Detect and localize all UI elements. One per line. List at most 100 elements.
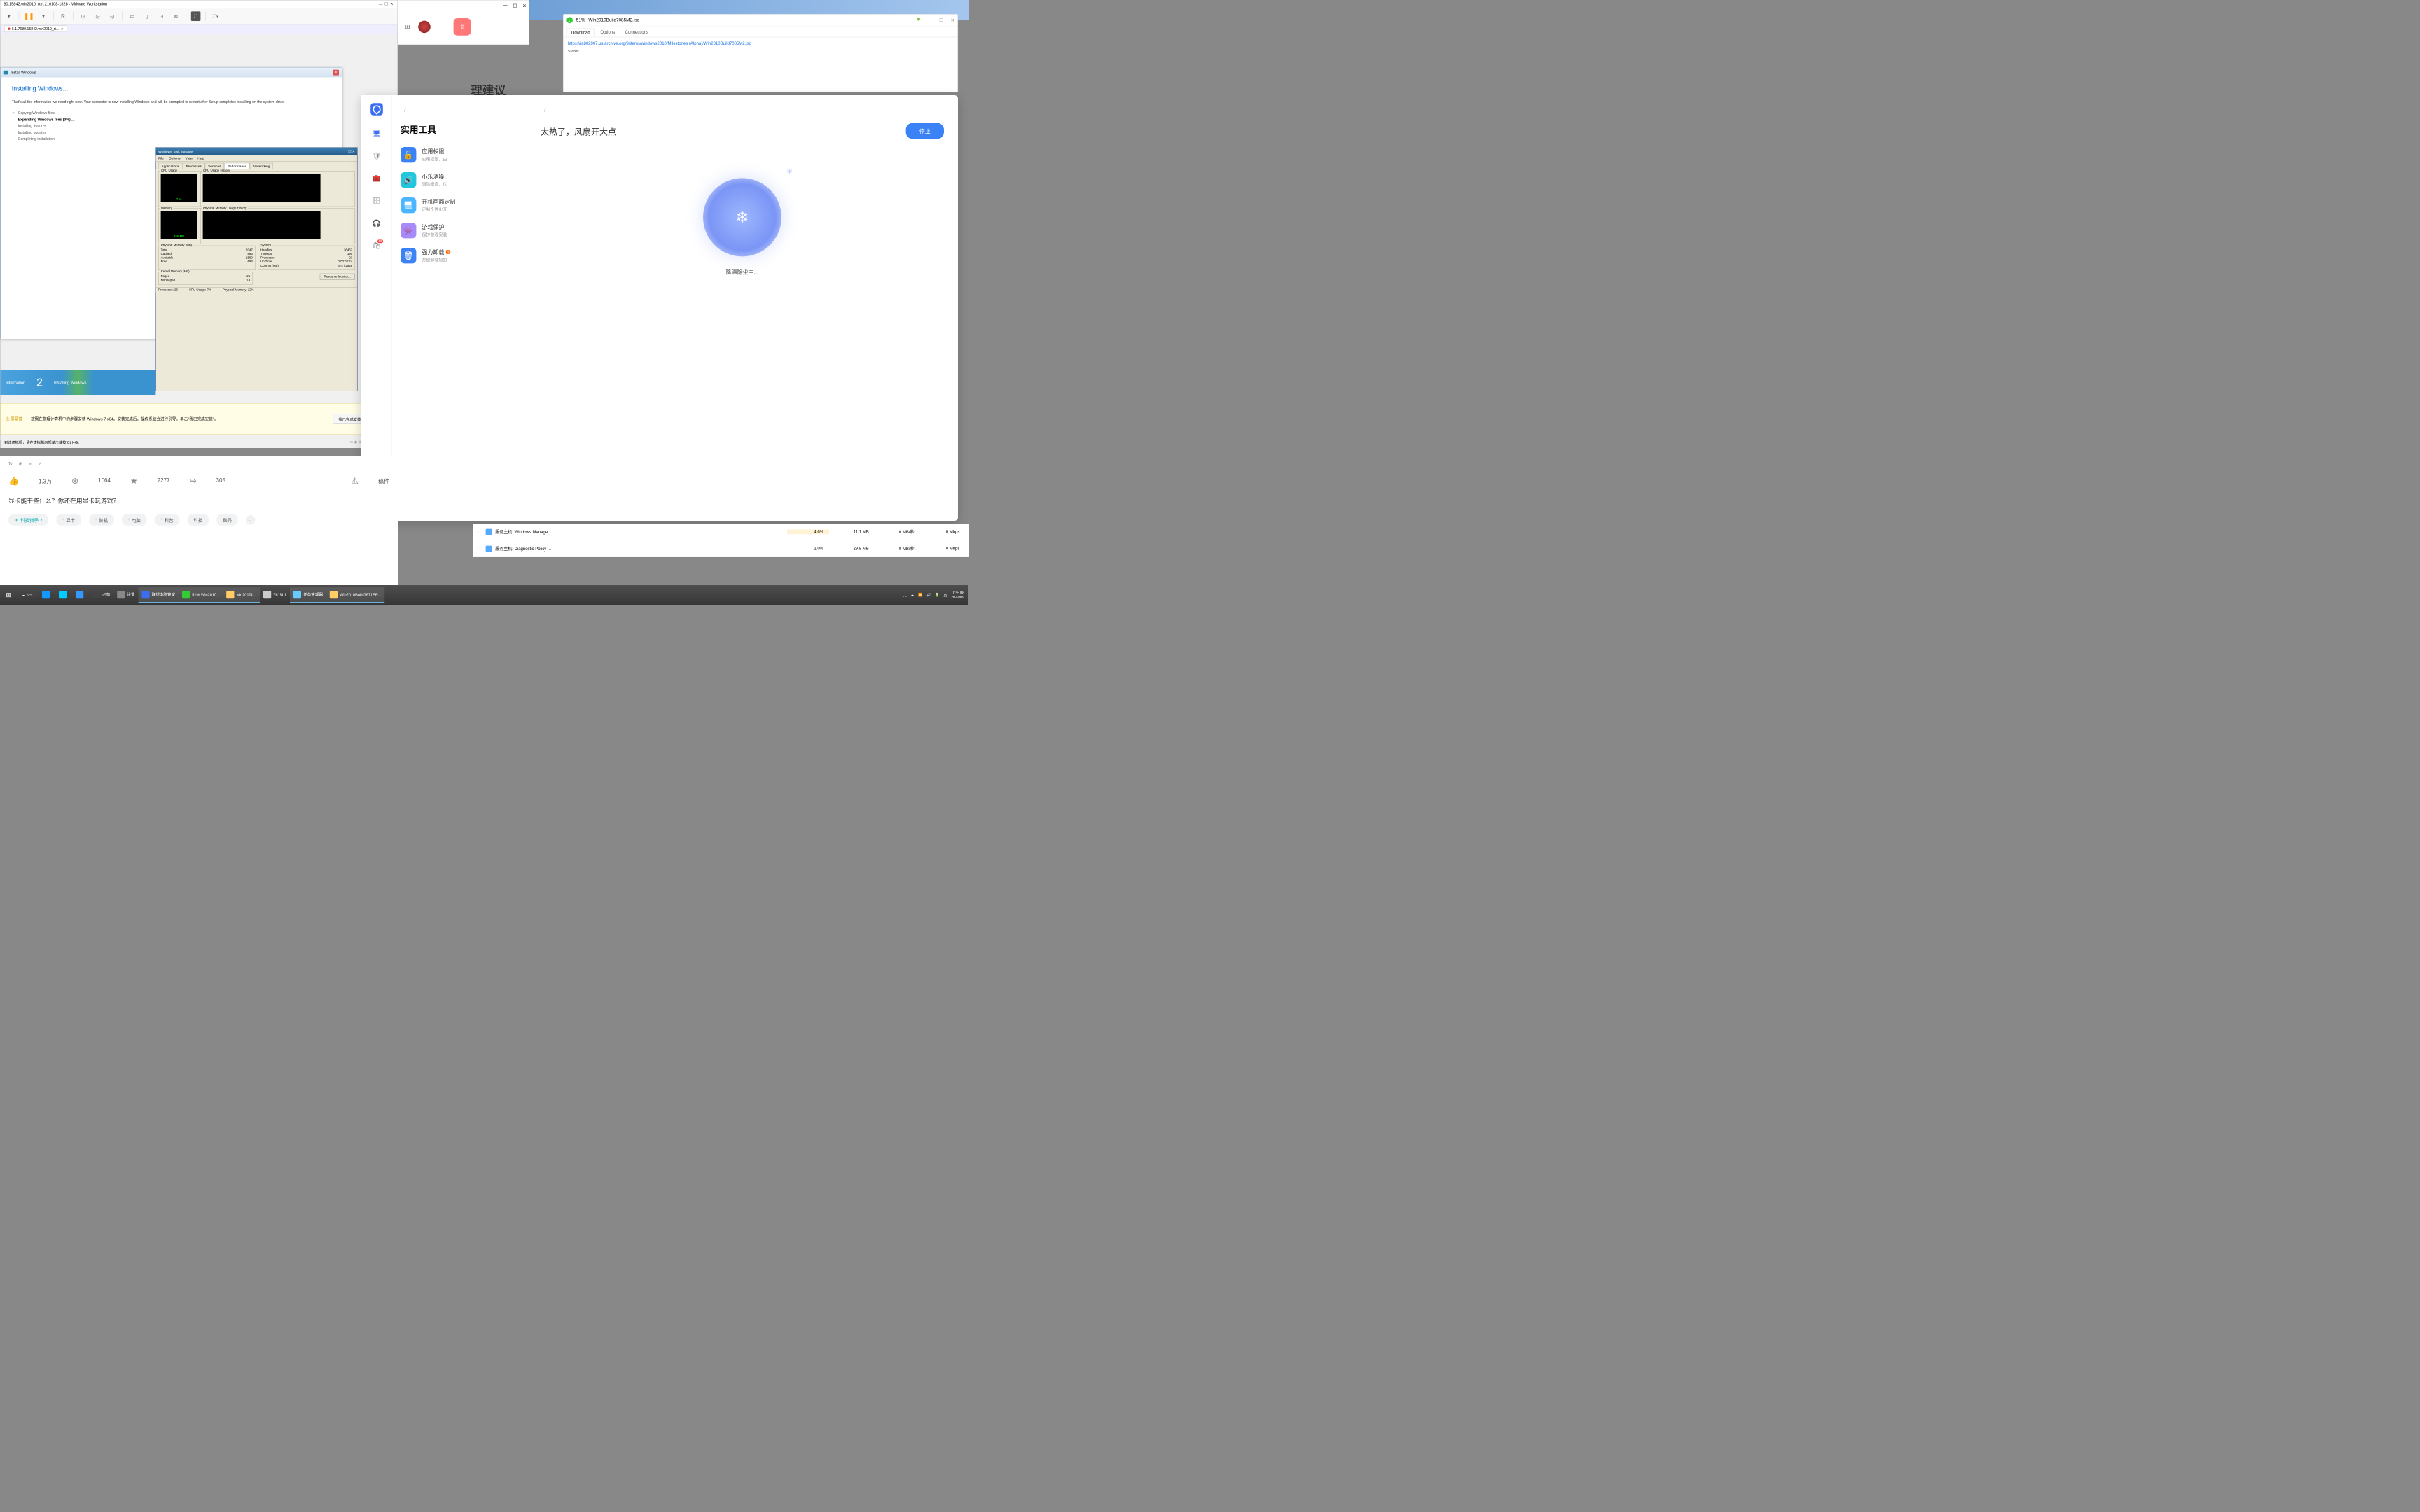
view2-icon[interactable]: ▯ [142,11,152,21]
settings-gear-icon[interactable]: ⚙ [476,557,482,566]
tool-item[interactable]: 🖥 开机画面定制 定制个性化开 [401,197,518,213]
tray-wifi-icon[interactable]: 📶 [918,593,922,597]
taskbar-clock[interactable]: 上午 082022/09 [951,591,964,599]
taskbar-item[interactable]: Win2010Build7671PR... [326,587,384,603]
art-icon[interactable]: ↻ [8,461,13,467]
sidebar-monitor-icon[interactable]: 🖥 [373,130,381,138]
vm-dropdown[interactable]: ▾ [39,11,48,21]
tm-tab-svc[interactable]: Services [205,163,224,169]
sidebar-headset-icon[interactable]: 🎧 [373,219,381,227]
mini-close[interactable]: ✕ [522,3,526,8]
sidebar-shield-icon[interactable]: 🛡 [373,152,381,160]
tray-chevron-icon[interactable]: ︿ [903,592,906,598]
tool-item[interactable]: 🔓 应用权限 应用权限，由 [401,147,518,162]
coin-icon[interactable]: ⊛ [71,476,78,486]
tray-battery-icon[interactable]: 🔋 [935,593,939,597]
tool-item[interactable]: 🗑 强力卸载N 方便卸载您的 [401,248,518,263]
process-row[interactable]: › 服务主机: Diagnostic Policy ... 1.0% 29.8 … [473,540,969,557]
art-icon[interactable]: ⊕ [19,461,23,467]
like-icon[interactable]: 👍 [8,476,19,486]
stop-button[interactable]: 停止 [906,123,944,139]
article-tag[interactable]: ⁝装机 [89,514,114,526]
view3-icon[interactable]: ⊡ [157,11,167,21]
sidebar-toolbox-icon[interactable]: 🧰 [373,174,381,183]
taskbar-item[interactable]: 联想电脑管家 [138,587,179,603]
expand-icon[interactable]: › [478,546,482,551]
article-tag[interactable]: ⁝显卡 [56,514,81,526]
taskbar-item[interactable]: 任务管理器 [290,587,326,603]
taskbar-item[interactable] [72,587,89,603]
clock-icon[interactable]: ◷ [78,11,88,21]
tm-tab-proc[interactable]: Processes [183,163,204,169]
tm-tab-apps[interactable]: Applications [158,163,183,169]
taskbar-item[interactable]: 设置 [113,587,138,603]
maximize-icon[interactable]: ☐ [384,1,388,6]
article-tag[interactable]: ⁝科普 [155,514,180,526]
user-avatar[interactable] [418,21,431,34]
article-title[interactable]: 显卡能干些什么？你还在用显卡玩游戏？ [8,496,389,505]
tm-menu-options[interactable]: Options [169,156,181,160]
fullscreen-icon[interactable]: ⛶ [191,11,201,21]
snapshot-icon[interactable]: ⎘ [59,11,69,21]
pause-button[interactable]: ❚❚ [24,11,34,21]
tm-tab-net[interactable]: Networking [250,163,273,169]
tags-more[interactable]: ⌄ [246,515,256,525]
vmware-titlebar[interactable]: 80.15842.win2010_rtm.210108-1828 - VMwar… [0,0,397,8]
article-tag[interactable]: ⊕科技猎手 › [8,514,48,526]
taskbar-item[interactable]: 7615b1 [260,587,290,603]
sidebar-bag-icon[interactable]: 🛍 [373,241,381,250]
sidebar-drive-icon[interactable]: 🗄 [373,197,381,205]
dl-tab-options[interactable]: Options [596,28,619,36]
tm-menu-help[interactable]: Help [197,156,204,160]
share-icon[interactable]: ↪ [189,476,196,486]
dl-close[interactable]: ✕ [950,18,954,23]
tray-volume-icon[interactable]: 🔊 [926,593,931,597]
view4-icon[interactable]: ⊠ [171,11,181,21]
tm-tab-perf[interactable]: Performance [224,163,249,169]
back-icon-2[interactable]: 〈 [541,106,944,115]
tool-item[interactable]: 🔊 小乐消噪 消除噪音，优 [401,172,518,188]
back-icon[interactable]: 〈 [401,106,518,115]
taskbar-item[interactable] [39,587,55,603]
art-icon[interactable]: ↗ [38,461,42,467]
dl-minimize[interactable]: — [928,18,932,23]
dropdown-icon[interactable]: ▾ [4,11,14,21]
unity-icon[interactable]: ⛶▾ [211,11,221,21]
revert-icon[interactable]: ◵ [108,11,118,21]
snapshot-mgr-icon[interactable]: ◶ [93,11,103,21]
fav-icon[interactable]: ★ [130,476,138,486]
mini-minimize[interactable]: — [503,3,507,8]
start-button[interactable]: ⊞ [0,585,17,605]
taskbar-item[interactable]: 必剪 [89,587,113,603]
taskbar-item[interactable]: win2010b... [223,587,260,603]
more-icon[interactable]: ⋯ [439,23,445,30]
tray-ime[interactable]: 英 [943,592,947,598]
process-row[interactable]: › 服务主机: Windows Manage... 4.6% 11.1 MB 0… [473,524,969,540]
taskbar-item[interactable]: 51% Win2010... [179,587,223,603]
install-close-icon[interactable]: ✕ [333,70,339,76]
share-button[interactable]: ⇪ [454,18,471,36]
tm-menu-view[interactable]: View [186,156,193,160]
taskbar-item[interactable] [55,587,72,603]
report-icon[interactable]: ⚠ [351,476,359,486]
tm-menu-file[interactable]: File [158,156,164,160]
resource-monitor-button[interactable]: Resource Monitor... [320,274,355,280]
dl-titlebar[interactable]: ↓ 51% Win2010Build7085M2.iso — ☐ ✕ [563,14,957,26]
dl-tab-download[interactable]: Download [566,28,594,36]
article-tag[interactable]: 数码 [216,514,237,526]
dl-url[interactable]: https://ia802907.us.archive.org/9/items/… [563,37,957,48]
minimize-icon[interactable]: — [378,1,382,6]
article-tag[interactable]: 科技 [188,514,209,526]
close-icon[interactable]: ✕ [389,1,394,6]
weather-widget[interactable]: ☁ 9°C [17,593,39,598]
tm-titlebar[interactable]: Windows Task Manager _ ☐ ✕ [156,148,357,155]
expand-icon[interactable]: › [478,529,482,534]
article-tag[interactable]: ⁝电脑 [122,514,147,526]
extension-icon[interactable]: ⊞ [405,23,410,30]
tab-close-icon[interactable]: ✕ [61,27,64,31]
dl-maximize[interactable]: ☐ [939,18,943,23]
art-icon[interactable]: ≡ [29,461,32,467]
dl-tab-conn[interactable]: Connections [620,28,653,36]
mini-maximize[interactable]: ☐ [513,3,517,8]
lenovo-logo-icon[interactable] [370,103,383,115]
